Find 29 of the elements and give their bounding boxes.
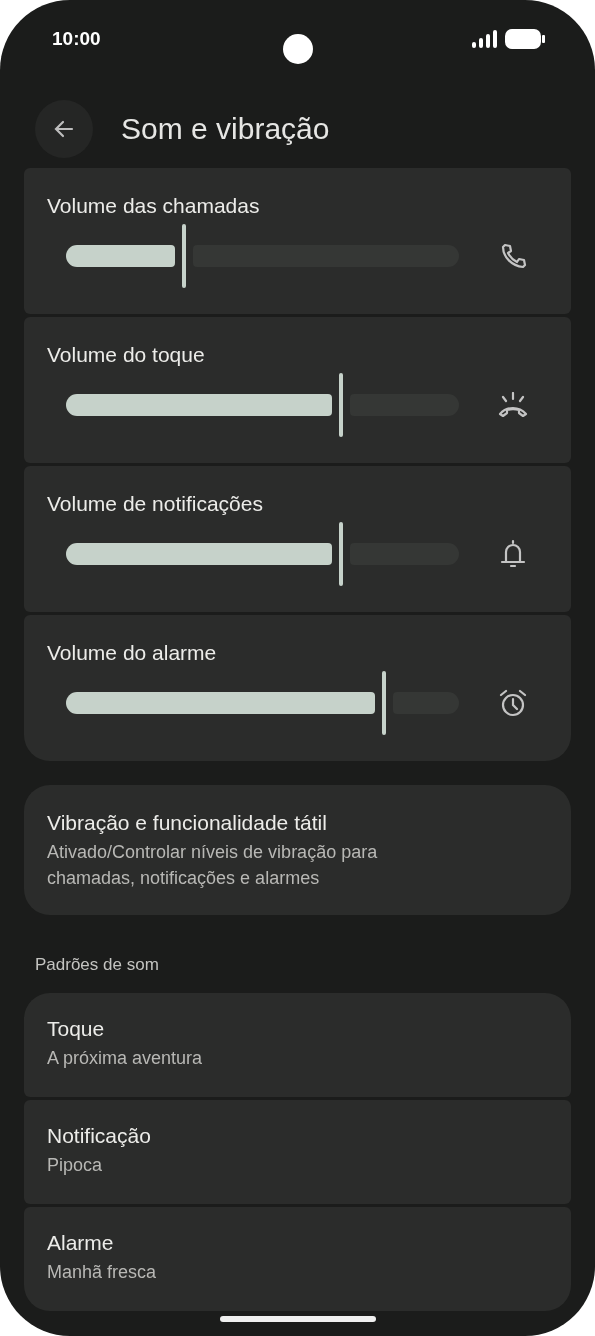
sound-item[interactable]: Alarme Manhã fresca	[24, 1207, 571, 1311]
bell-icon	[499, 539, 526, 569]
item-title: Toque	[47, 1017, 106, 1041]
item-subtitle: Ativado/Controlar níveis de vibração para chamadas, notificações e alarmes	[47, 841, 379, 891]
signal-icon	[471, 30, 497, 48]
volume-label: Volume do toque	[47, 343, 206, 367]
item-title: Vibração e funcionalidade tátil	[47, 811, 328, 835]
volume-label: Volume do alarme	[47, 641, 218, 665]
section-header: Padrões de som	[35, 955, 160, 975]
alarm-clock-icon	[497, 688, 528, 718]
sound-item[interactable]: Toque A próxima aventura	[24, 993, 571, 1097]
volume-slider[interactable]	[66, 522, 459, 586]
vibration-settings-item[interactable]: Vibração e funcionalidade tátil Ativado/Controlar níveis de vibração para chamadas, notificações e alarmes	[24, 785, 571, 915]
ringing-phone-icon	[496, 392, 529, 418]
battery-icon	[505, 29, 545, 49]
item-subtitle: Manhã fresca	[47, 1261, 158, 1284]
item-title: Alarme	[47, 1231, 115, 1255]
volume-slider[interactable]	[66, 373, 459, 437]
item-subtitle: A próxima aventura	[47, 1047, 204, 1070]
volume-label: Volume de notificações	[47, 492, 264, 516]
sound-item[interactable]: Notificação Pipoca	[24, 1100, 571, 1204]
page-title: Som e vibração	[121, 112, 330, 146]
volume-slider[interactable]	[66, 671, 459, 735]
volume-slider[interactable]	[66, 224, 459, 288]
status-time: 10:00	[52, 28, 101, 50]
item-subtitle: Pipoca	[47, 1154, 104, 1177]
item-title: Notificação	[47, 1124, 152, 1148]
camera-hole-icon	[283, 34, 313, 64]
volume-label: Volume das chamadas	[47, 194, 261, 218]
